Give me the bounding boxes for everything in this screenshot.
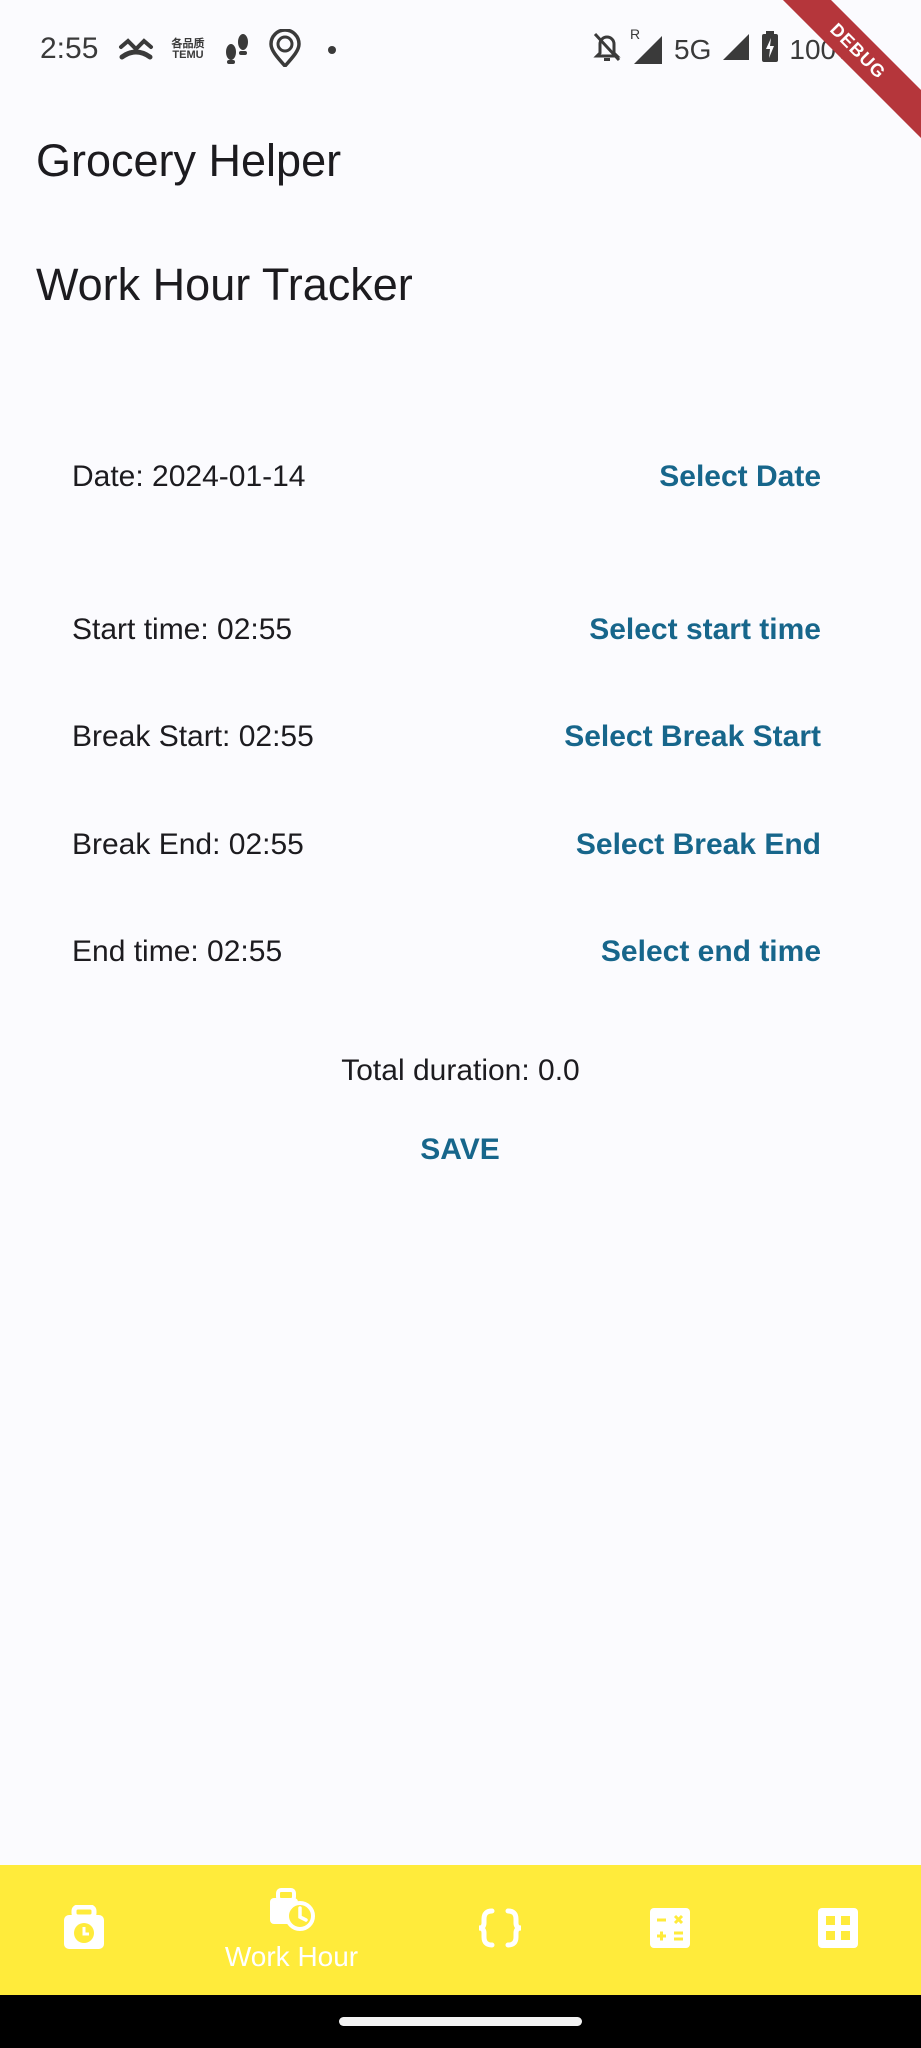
select-start-time-button[interactable]: Select start time bbox=[589, 613, 821, 647]
break-end-label: Break End: 02:55 bbox=[72, 828, 304, 861]
select-break-end-button[interactable]: Select Break End bbox=[576, 828, 821, 862]
code-braces-icon bbox=[476, 1907, 524, 1954]
start-time-row: Start time: 02:55 Select start time bbox=[72, 600, 821, 660]
nav-item-grid[interactable] bbox=[778, 1865, 898, 1995]
save-button[interactable]: SAVE bbox=[380, 1128, 540, 1172]
select-end-time-button[interactable]: Select end time bbox=[601, 935, 821, 969]
nav-item-calculator[interactable] bbox=[610, 1865, 730, 1995]
break-end-row: Break End: 02:55 Select Break End bbox=[72, 815, 821, 875]
bottom-navigation: Work Hour bbox=[0, 1865, 921, 1995]
end-time-row: End time: 02:55 Select end time bbox=[72, 922, 821, 982]
select-date-button[interactable]: Select Date bbox=[659, 460, 821, 494]
nav-label-work-hour: Work Hour bbox=[224, 1940, 359, 1972]
status-time: 2:55 bbox=[40, 32, 99, 65]
network-type: 5G bbox=[674, 34, 712, 65]
notifications-off-icon bbox=[592, 31, 622, 70]
break-start-row: Break Start: 02:55 Select Break Start bbox=[72, 707, 821, 767]
total-duration: Total duration: 0.0 bbox=[341, 1054, 580, 1087]
dot-icon bbox=[328, 46, 336, 54]
location-pin-icon bbox=[268, 27, 302, 72]
date-row: Date: 2024-01-14 Select Date bbox=[72, 447, 821, 507]
status-bar: 2:55 各品质 TEMU R 5G 100% bbox=[0, 0, 921, 100]
nav-item-code[interactable] bbox=[440, 1865, 560, 1995]
end-time-label: End time: 02:55 bbox=[72, 935, 283, 968]
page-title: Work Hour Tracker bbox=[36, 259, 413, 310]
screen: 2:55 各品质 TEMU R 5G 100% DEBUG Grocery He… bbox=[0, 0, 921, 2048]
work-hour-icon bbox=[268, 1887, 316, 1937]
temu-icon: 各品质 TEMU bbox=[170, 39, 206, 61]
nav-item-timer[interactable] bbox=[24, 1865, 144, 1995]
date-label: Date: 2024-01-14 bbox=[72, 460, 306, 493]
signal-icon bbox=[721, 32, 751, 69]
footsteps-icon bbox=[222, 32, 252, 69]
nav-item-work-hour[interactable]: Work Hour bbox=[200, 1865, 383, 1995]
app-title: Grocery Helper bbox=[36, 135, 342, 186]
home-gesture-pill[interactable] bbox=[339, 2017, 582, 2026]
break-start-label: Break Start: 02:55 bbox=[72, 720, 314, 753]
roaming-indicator: R bbox=[630, 26, 641, 42]
start-time-label: Start time: 02:55 bbox=[72, 613, 293, 646]
missed-call-icon bbox=[118, 33, 154, 68]
signal-roaming-icon: R bbox=[630, 26, 664, 66]
grid-icon bbox=[817, 1907, 859, 1954]
calculator-icon bbox=[649, 1907, 691, 1954]
battery-charging-icon bbox=[761, 30, 779, 70]
temu-text-bottom: TEMU bbox=[172, 49, 204, 61]
timer-bag-icon bbox=[62, 1904, 106, 1956]
status-icons-left: 各品质 TEMU bbox=[118, 27, 336, 72]
select-break-start-button[interactable]: Select Break Start bbox=[564, 720, 821, 754]
